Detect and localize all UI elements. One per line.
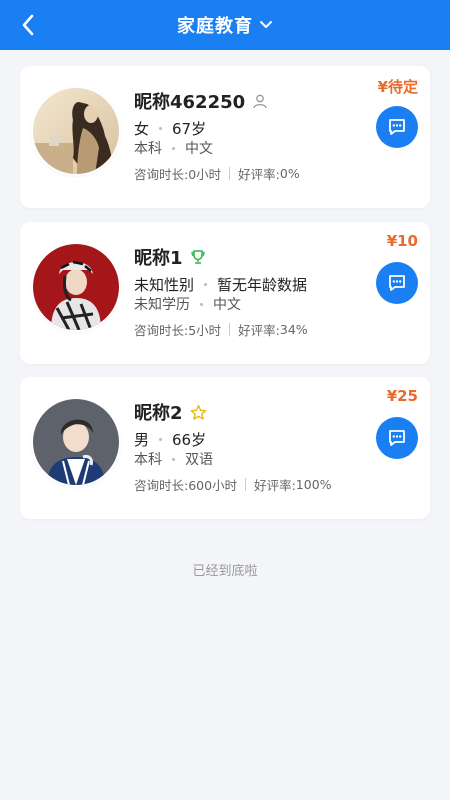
category-dropdown[interactable]: 家庭教育	[177, 12, 273, 38]
person-outline-icon	[252, 93, 268, 109]
separator-dot	[159, 127, 163, 130]
avatar	[33, 88, 119, 174]
education-language-row: 本科 中文	[134, 138, 213, 158]
avatar	[33, 399, 119, 485]
separator-dot	[200, 302, 203, 306]
stats-row: 咨询时长: 0小时 好评率: 0%	[134, 164, 300, 183]
chat-bubble-icon	[389, 430, 405, 446]
language-text: 中文	[213, 297, 241, 313]
separator-dot	[204, 283, 208, 286]
language-text: 双语	[185, 452, 213, 468]
duration-label: 咨询时长:	[134, 478, 189, 493]
age-text: 暂无年龄数据	[217, 276, 308, 294]
separator-line	[245, 478, 247, 491]
education-language-row: 本科 双语	[134, 449, 213, 469]
name-row: 昵称462250	[134, 88, 268, 114]
rating-label: 好评率:	[238, 167, 280, 182]
gender-age-row: 男 66岁	[134, 429, 206, 450]
gender-text: 男	[134, 431, 150, 449]
name-row: 昵称2	[134, 399, 207, 425]
chevron-left-icon	[22, 14, 34, 36]
age-text: 67岁	[172, 120, 207, 138]
gender-age-row: 未知性别 暂无年龄数据	[134, 274, 307, 295]
gender-age-row: 女 67岁	[134, 118, 206, 139]
separator-dot	[172, 457, 175, 461]
duration-value: 0小时	[188, 167, 222, 182]
price-label: ¥待定	[377, 78, 418, 96]
language-text: 中文	[185, 141, 213, 157]
education-text: 本科	[134, 452, 162, 468]
rating-label: 好评率:	[238, 323, 280, 338]
chat-button[interactable]	[376, 417, 418, 459]
duration-value: 600小时	[188, 478, 238, 493]
trophy-icon	[190, 249, 206, 265]
counselor-card[interactable]: 昵称462250 女 67岁 本科 中文 咨询时长: 0小时 好评率: 0% ¥…	[20, 66, 430, 208]
age-text: 66岁	[172, 431, 207, 449]
rating-label: 好评率:	[254, 478, 296, 493]
counselor-card[interactable]: 昵称1 未知性别 暂无年龄数据 未知学历 中文 咨询时长: 5小时 好评率: 3…	[20, 222, 430, 364]
chat-bubble-icon	[389, 119, 405, 135]
avatar	[33, 244, 119, 330]
chat-bubble-icon	[389, 275, 405, 291]
stats-row: 咨询时长: 600小时 好评率: 100%	[134, 475, 332, 494]
counselor-card[interactable]: 昵称2 男 66岁 本科 双语 咨询时长: 600小时 好评率: 100% ¥2…	[20, 377, 430, 519]
counselor-name: 昵称1	[134, 248, 183, 269]
page-title: 家庭教育	[177, 16, 253, 37]
gender-text: 女	[134, 120, 150, 138]
name-row: 昵称1	[134, 244, 206, 270]
duration-label: 咨询时长:	[134, 167, 189, 182]
separator-dot	[159, 438, 163, 441]
education-text: 本科	[134, 141, 162, 157]
counselor-name: 昵称2	[134, 403, 183, 424]
stats-row: 咨询时长: 5小时 好评率: 34%	[134, 320, 308, 339]
separator-dot	[172, 146, 175, 150]
chat-button[interactable]	[376, 106, 418, 148]
chat-button[interactable]	[376, 262, 418, 304]
education-language-row: 未知学历 中文	[134, 294, 241, 314]
duration-value: 5小时	[188, 323, 222, 338]
rating-value: 100%	[295, 477, 332, 492]
end-of-list-text: 已经到底啦	[192, 564, 258, 579]
separator-line	[229, 323, 231, 336]
star-outline-icon	[190, 404, 207, 421]
chevron-down-icon	[260, 21, 272, 28]
rating-value: 0%	[279, 166, 300, 181]
price-label: ¥10	[386, 232, 418, 250]
header-bar: 家庭教育	[0, 0, 450, 50]
education-text: 未知学历	[134, 297, 190, 313]
rating-value: 34%	[279, 322, 308, 337]
back-button[interactable]	[14, 11, 42, 39]
duration-label: 咨询时长:	[134, 323, 189, 338]
counselor-name: 昵称462250	[134, 92, 246, 113]
gender-text: 未知性别	[134, 276, 195, 294]
price-label: ¥25	[386, 387, 418, 405]
separator-line	[229, 167, 231, 180]
